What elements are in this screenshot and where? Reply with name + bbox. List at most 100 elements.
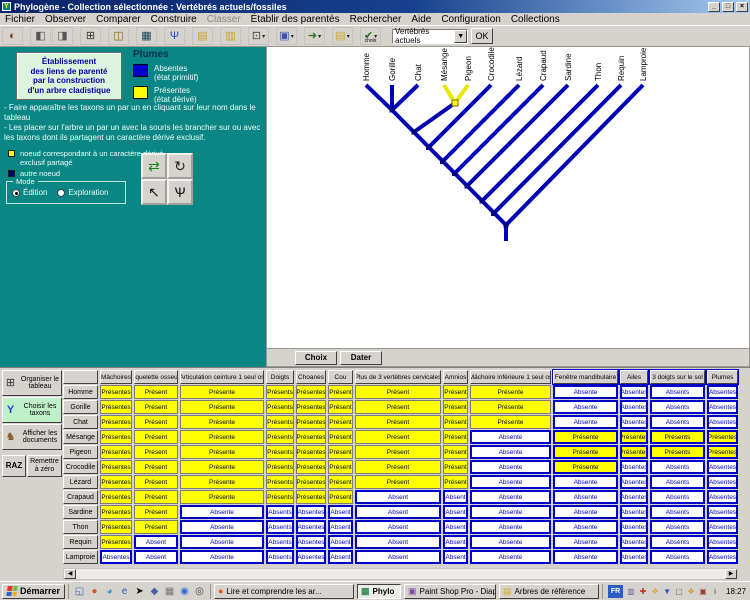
raz-button[interactable]: RAZ	[2, 455, 26, 477]
quicklaunch-icon-8[interactable]: ◉	[178, 585, 191, 598]
menu-etablir-des-parentes[interactable]: Établir des parentés	[246, 14, 345, 25]
tree-taxon-sardine[interactable]: Sardine	[564, 53, 573, 81]
menu-aide[interactable]: Aide	[406, 14, 436, 25]
collection-select[interactable]: Vertébrés actuels ▼	[392, 29, 468, 44]
tree-taxon-thon[interactable]: Thon	[594, 63, 603, 81]
taxon-button-crocodile[interactable]: Crocodile	[63, 460, 98, 474]
column-header-choanes[interactable]: Choanes	[296, 370, 326, 384]
menu-rechercher[interactable]: Rechercher	[345, 14, 407, 25]
quicklaunch-icon-3[interactable]: ◕	[103, 585, 116, 598]
taskbar-task-arbres-de-reference[interactable]: ▤Arbres de référence	[499, 584, 599, 599]
tree-taxon-lezard[interactable]: Lézard	[515, 57, 524, 81]
chevron-down-icon[interactable]: ▾	[262, 33, 265, 40]
reset-button[interactable]: Remettre à zéro	[27, 455, 62, 477]
quicklaunch-icon-9[interactable]: ◎	[193, 585, 206, 598]
taxon-button-chat[interactable]: Chat	[63, 415, 98, 429]
menu-comparer[interactable]: Comparer	[91, 14, 145, 25]
chevron-down-icon[interactable]: ▾	[347, 33, 350, 40]
tool-swap-arrows-icon[interactable]: ⇄	[141, 153, 167, 179]
chevron-down-icon[interactable]: ▼	[454, 30, 467, 43]
horizontal-scrollbar[interactable]: ◀ ▶	[63, 568, 738, 580]
tray-icon-3[interactable]: ❖	[650, 586, 660, 597]
tree-taxon-chat[interactable]: Chat	[414, 63, 423, 81]
minimize-button[interactable]: _	[708, 2, 720, 12]
toolbar-construct-icon[interactable]: ◫	[108, 27, 129, 45]
menu-construire[interactable]: Construire	[146, 14, 202, 25]
tool-rotate-icon[interactable]: ↻	[167, 153, 193, 179]
quicklaunch-icon-7[interactable]: ▦	[163, 585, 176, 598]
quicklaunch-icon-5[interactable]: ➤	[133, 585, 146, 598]
taskbar-task-phylo[interactable]: ▦Phylo	[357, 584, 401, 599]
tool-branch-tool-icon[interactable]: Ѱ	[167, 179, 193, 205]
menu-observer[interactable]: Observer	[40, 14, 91, 25]
column-header-3-doigts-sur-le-sol[interactable]: 3 doigts sur le sol	[650, 370, 705, 384]
quicklaunch-icon-4[interactable]: e	[118, 585, 131, 598]
toolbar-export-icon[interactable]: ➜▾	[304, 27, 325, 45]
column-header-amnios[interactable]: Amnios	[443, 370, 468, 384]
column-header-plus-de-3-vertebres-cervicales[interactable]: Plus de 3 vertèbres cervicales	[355, 370, 441, 384]
tray-icon-1[interactable]: ▥	[626, 586, 636, 597]
maximize-button[interactable]: □	[722, 2, 734, 12]
toolbar-compare-collections-icon[interactable]: ◨	[52, 27, 73, 45]
toolbar-tree-icon[interactable]: Ψ	[164, 27, 185, 45]
tree-taxon-requin[interactable]: Requin	[617, 56, 626, 81]
show-documents-button[interactable]: ♞ Afficher les documents	[2, 424, 62, 450]
taxon-button-lamproie[interactable]: Lamproie	[63, 550, 98, 564]
toolbar-sort-grid-icon[interactable]: ⊞	[80, 27, 101, 45]
chevron-down-icon[interactable]: ▾	[318, 33, 321, 40]
taxon-button-thon[interactable]: Thon	[63, 520, 98, 534]
toolbar-print-icon[interactable]: ⊡▾	[248, 27, 269, 45]
dater-button[interactable]: Dater	[340, 351, 382, 365]
taxon-button-mesange[interactable]: Mésange	[63, 430, 98, 444]
close-button[interactable]: ×	[736, 2, 748, 12]
toolbar-open-folder-icon[interactable]: ▤▾	[332, 27, 353, 45]
column-header-articulation-ceinture-1-seul-os[interactable]: Articulation ceinture 1 seul os	[180, 370, 264, 384]
tree-taxon-crapaud[interactable]: Crapaud	[539, 50, 548, 81]
column-header-plumes[interactable]: Plumes	[707, 370, 738, 384]
tray-icon-6[interactable]: ❖	[686, 586, 696, 597]
taskbar-task-lire-et-comprendre-les-ar[interactable]: ●Lire et comprendre les ar...	[214, 584, 354, 599]
menu-collections[interactable]: Collections	[506, 14, 565, 25]
tree-taxon-crocodile[interactable]: Crocodile	[487, 47, 496, 81]
column-header-cou[interactable]: Cou	[328, 370, 353, 384]
taxon-button-lezard[interactable]: Lézard	[63, 475, 98, 489]
menu-fichier[interactable]: Fichier	[0, 14, 40, 25]
quicklaunch-icon-6[interactable]: ◆	[148, 585, 161, 598]
start-button[interactable]: Démarrer	[2, 584, 65, 599]
toolbar-folder-icon[interactable]: ▥	[220, 27, 241, 45]
toolbar-compare-icon[interactable]: ◧	[30, 27, 51, 45]
column-header-machoire-inferieure-1-seul-os[interactable]: Mâchoire inférieure 1 seul os	[470, 370, 551, 384]
taxon-button-pigeon[interactable]: Pigeon	[63, 445, 98, 459]
column-header-fenetre-mandibulaire[interactable]: Fenêtre mandibulaire	[553, 370, 618, 384]
column-header-doigts[interactable]: Doigts	[266, 370, 294, 384]
taxon-button-homme[interactable]: Homme	[63, 385, 98, 399]
quicklaunch-icon-2[interactable]: ●	[88, 585, 101, 598]
taxon-button-requin[interactable]: Requin	[63, 535, 98, 549]
toolbar-observe-icon[interactable]: ◐	[2, 27, 23, 45]
tray-icon-8[interactable]: i	[710, 586, 720, 597]
column-header-machoires[interactable]: Mâchoires	[100, 370, 132, 384]
tree-taxon-homme[interactable]: Homme	[362, 52, 371, 81]
tray-icon-4[interactable]: ▼	[662, 586, 672, 597]
chevron-down-icon[interactable]: ▾	[291, 33, 294, 40]
scroll-left-icon[interactable]: ◀	[64, 569, 76, 579]
toolbar-matrix-icon[interactable]: ▦	[136, 27, 157, 45]
toolbar-choix-icon[interactable]: ✔choix▾	[360, 27, 381, 45]
taxon-button-gorille[interactable]: Gorille	[63, 400, 98, 414]
choix-button[interactable]: Choix	[295, 351, 337, 365]
column-header-squelette-osseux[interactable]: Squelette osseux	[134, 370, 178, 384]
menu-classer[interactable]: Classer	[202, 14, 246, 25]
tray-icon-7[interactable]: ▣	[698, 586, 708, 597]
toolbar-classer-folder-icon[interactable]: ▤	[192, 27, 213, 45]
quicklaunch-icon-1[interactable]: ◱	[73, 585, 86, 598]
column-header-ailes[interactable]: Ailes	[620, 370, 648, 384]
organize-table-button[interactable]: ⊞ Organiser le tableau	[2, 370, 62, 396]
toolbar-copy-icon[interactable]: ▣▾	[276, 27, 297, 45]
menu-configuration[interactable]: Configuration	[436, 14, 505, 25]
tree-taxon-mesange[interactable]: Mésange	[440, 48, 449, 81]
taxon-button-crapaud[interactable]: Crapaud	[63, 490, 98, 504]
language-indicator[interactable]: FR	[608, 585, 623, 598]
scroll-right-icon[interactable]: ▶	[725, 569, 737, 579]
tray-icon-5[interactable]: ▢	[674, 586, 684, 597]
taskbar-task-paint-shop-pro-diapside[interactable]: ▣Paint Shop Pro - Diapside...	[404, 584, 496, 599]
